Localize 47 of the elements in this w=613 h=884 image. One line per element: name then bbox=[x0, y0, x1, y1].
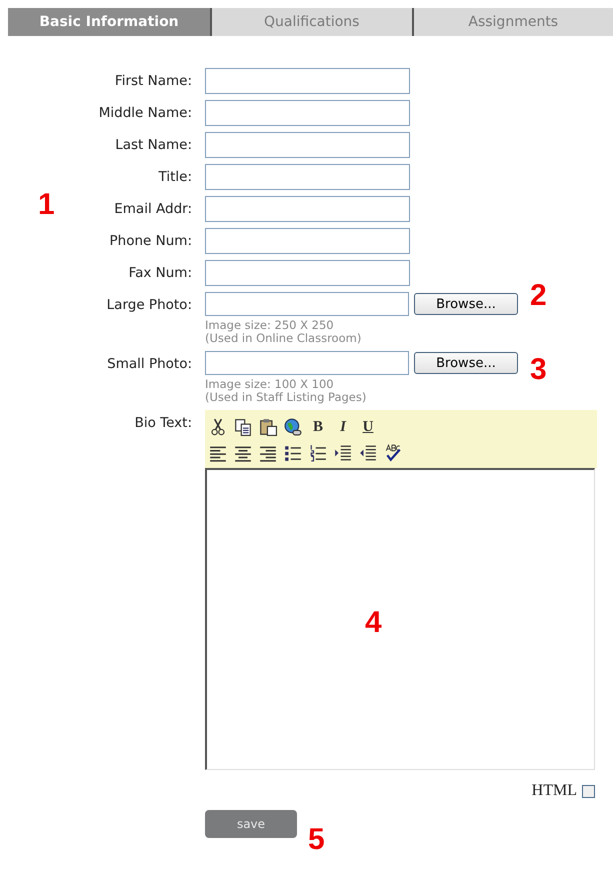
input-field[interactable] bbox=[205, 100, 410, 126]
outdent-icon[interactable] bbox=[359, 444, 377, 462]
input-field[interactable] bbox=[205, 351, 409, 375]
format-button[interactable]: I bbox=[334, 418, 352, 436]
callout-number: 3 bbox=[530, 355, 547, 385]
input-field[interactable] bbox=[205, 132, 410, 158]
browse-button[interactable]: Browse... bbox=[414, 352, 518, 374]
input-field[interactable] bbox=[205, 196, 410, 222]
input-field[interactable] bbox=[205, 164, 410, 190]
input-field[interactable] bbox=[205, 228, 410, 254]
field-label: Middle Name: bbox=[98, 104, 192, 121]
hint-text: (Used in Staff Listing Pages) bbox=[205, 391, 368, 404]
callout-number: 1 bbox=[38, 190, 55, 220]
clipboard-icon[interactable] bbox=[259, 418, 277, 436]
scissors-icon[interactable] bbox=[209, 418, 227, 436]
field-label: Last Name: bbox=[115, 136, 192, 153]
format-button[interactable]: B bbox=[309, 418, 327, 436]
input-field[interactable] bbox=[205, 260, 410, 286]
align-left-icon[interactable] bbox=[209, 444, 227, 462]
input-field[interactable] bbox=[205, 292, 409, 316]
callout-number: 2 bbox=[530, 281, 547, 311]
field-label: Phone Num: bbox=[110, 232, 192, 249]
globe-icon[interactable] bbox=[284, 418, 302, 436]
spellcheck-icon[interactable] bbox=[384, 444, 402, 462]
indent-icon[interactable] bbox=[334, 444, 352, 462]
input-field[interactable] bbox=[205, 68, 410, 94]
field-label: Email Addr: bbox=[114, 200, 192, 217]
format-button[interactable]: U bbox=[359, 418, 377, 436]
html-label: HTML bbox=[532, 782, 577, 800]
align-right-icon[interactable] bbox=[259, 444, 277, 462]
hint-text: (Used in Online Classroom) bbox=[205, 332, 362, 345]
field-label: Small Photo: bbox=[107, 355, 192, 372]
bullet-list-icon[interactable] bbox=[284, 444, 302, 462]
numbered-list-icon[interactable] bbox=[309, 444, 327, 462]
field-label: Bio Text: bbox=[134, 414, 192, 431]
callout-number: 5 bbox=[308, 825, 325, 855]
callout-number: 4 bbox=[365, 608, 382, 638]
field-label: Large Photo: bbox=[106, 296, 192, 313]
hint-text: Image size: 250 X 250 bbox=[205, 319, 335, 332]
browse-button[interactable]: Browse... bbox=[414, 293, 518, 315]
copy-icon[interactable] bbox=[234, 418, 252, 436]
field-label: Fax Num: bbox=[128, 264, 192, 281]
field-label: Title: bbox=[158, 168, 192, 185]
html-checkbox[interactable] bbox=[582, 784, 595, 798]
align-center-icon[interactable] bbox=[234, 444, 252, 462]
field-label: First Name: bbox=[114, 72, 192, 89]
hint-text: Image size: 100 X 100 bbox=[205, 378, 335, 391]
